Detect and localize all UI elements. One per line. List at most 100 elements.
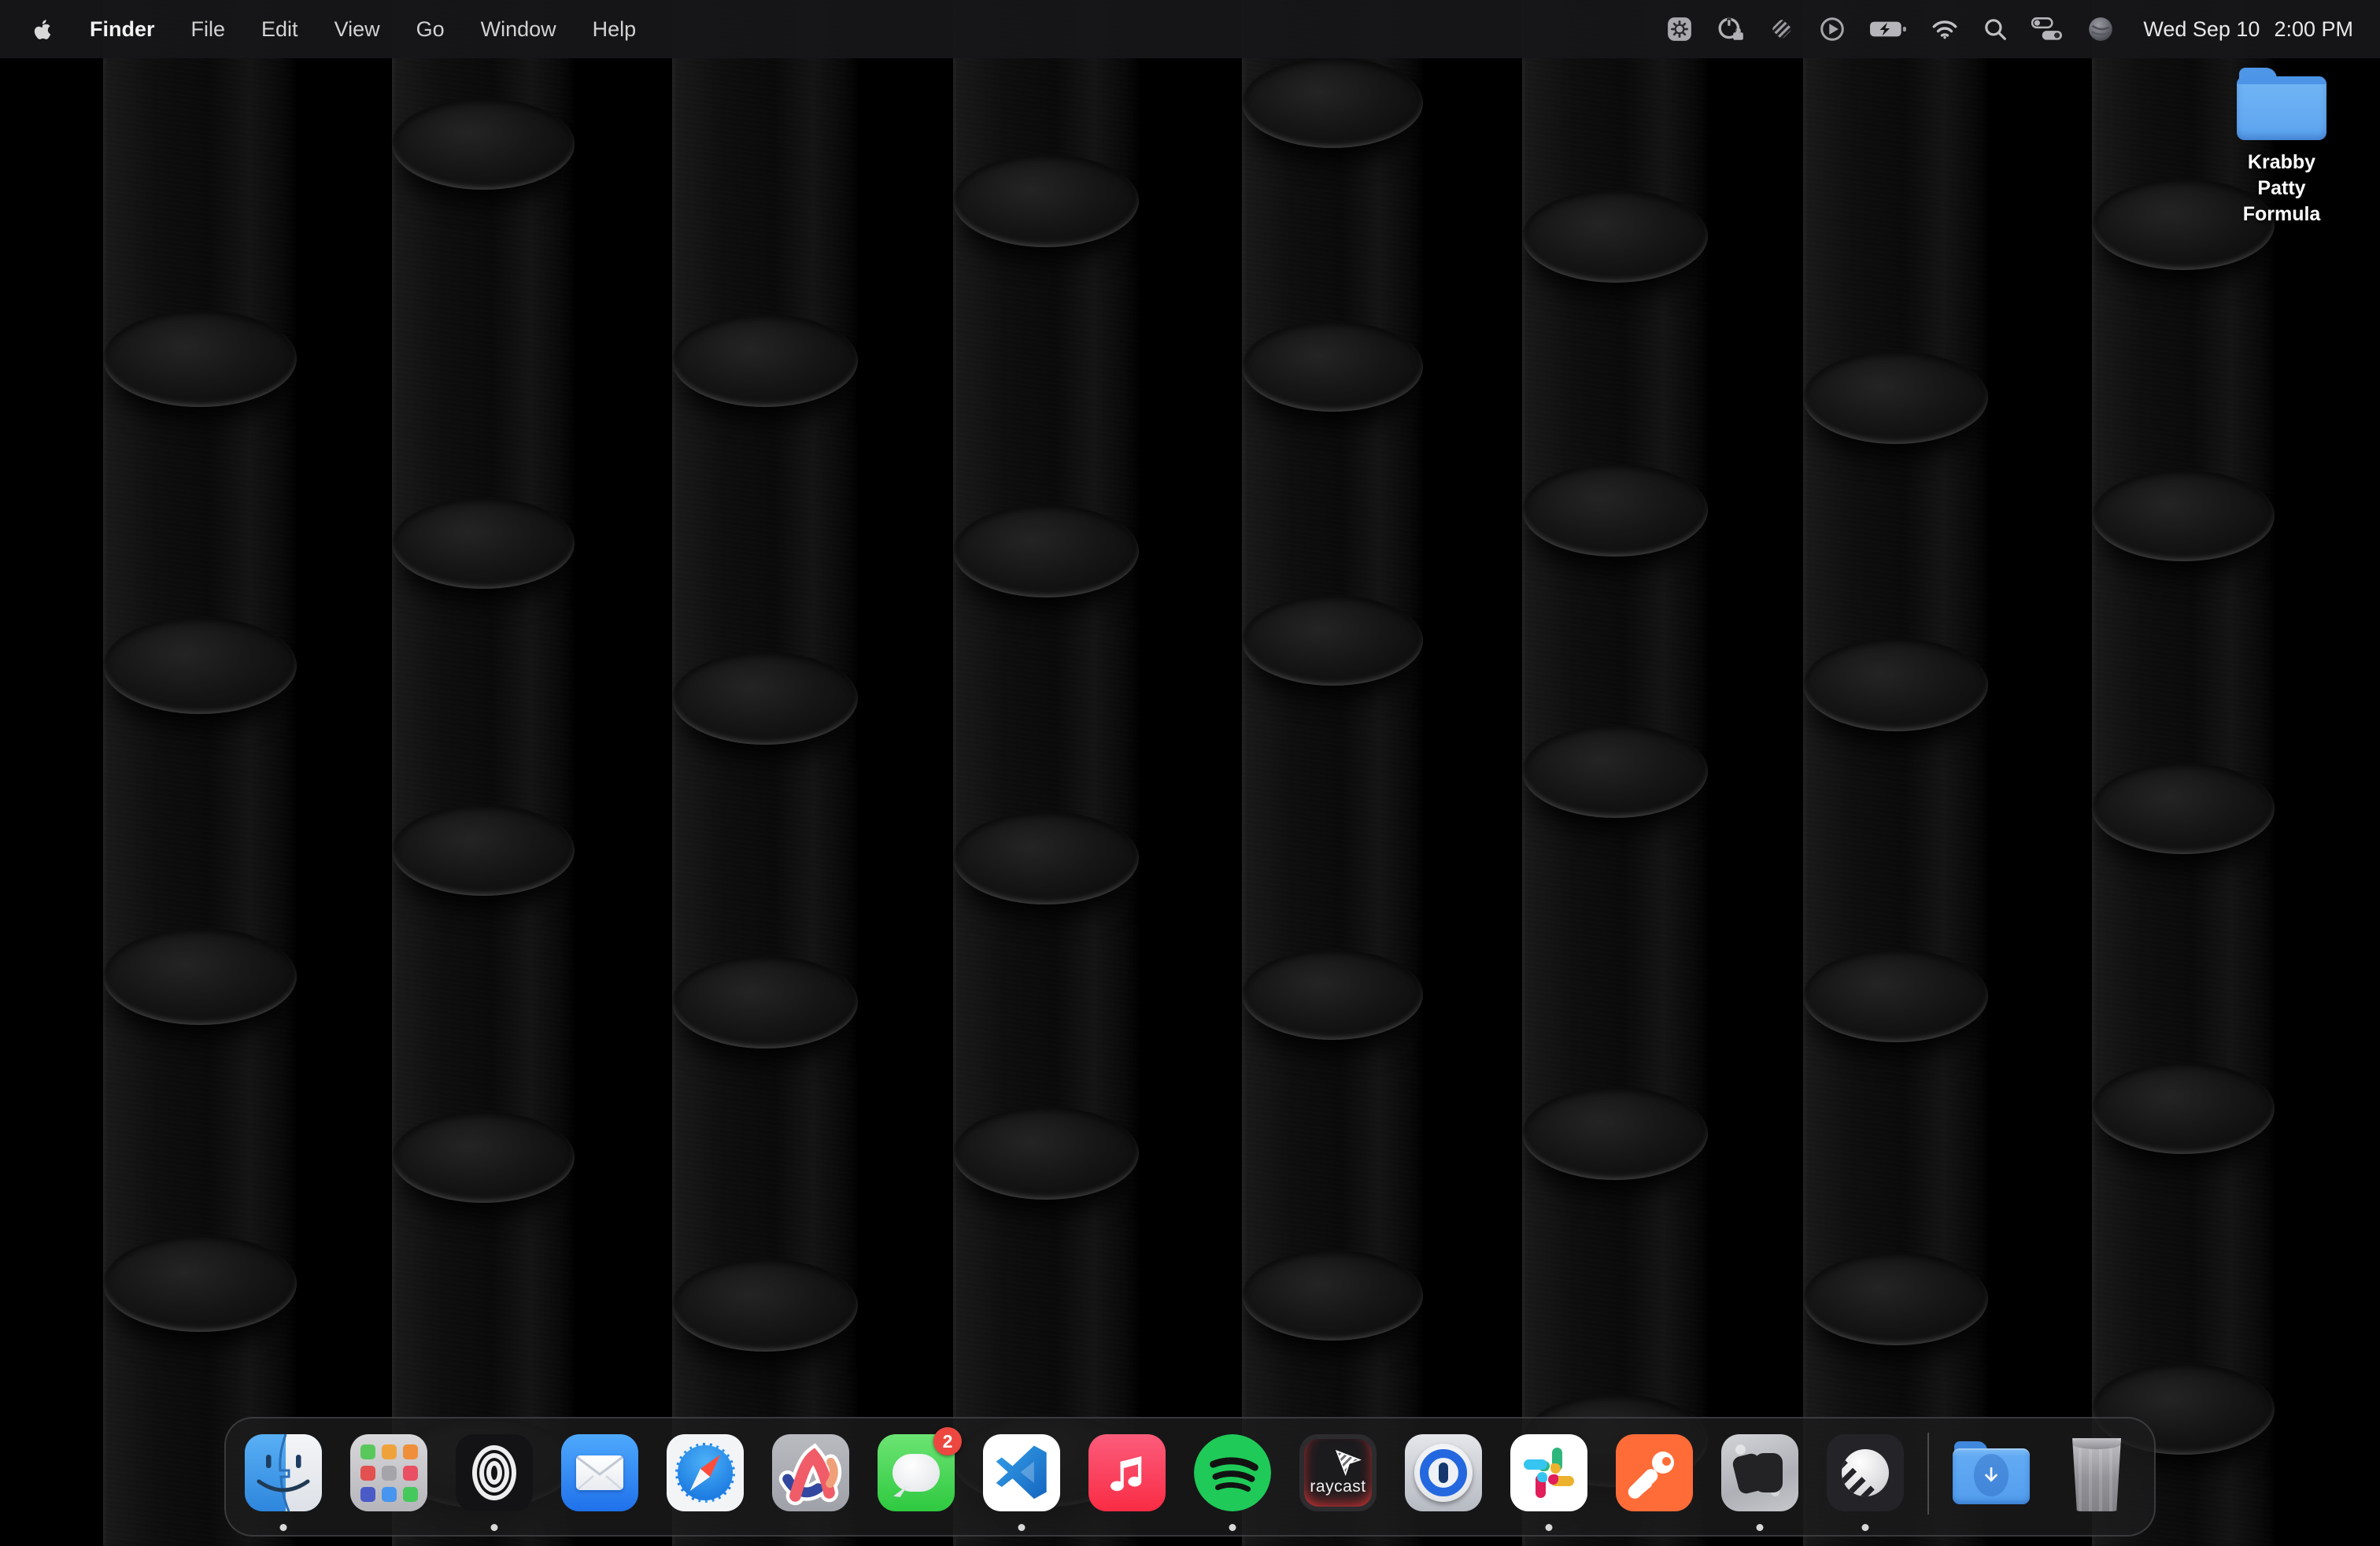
- cylinder-cap: [953, 1107, 1139, 1200]
- downloads-folder-icon: [1953, 1434, 2030, 1511]
- cursor-glyph: [1335, 1449, 1362, 1476]
- wallpaper-cylinder-column: [103, 0, 297, 1546]
- cylinder-cap: [1803, 949, 1988, 1042]
- wallpaper-cylinder-column: [2092, 0, 2275, 1546]
- running-indicator: [1757, 1524, 1764, 1531]
- cylinder-cap: [392, 1111, 575, 1203]
- wallpaper-cylinder-column: [953, 0, 1139, 1546]
- spotify-icon: [1194, 1434, 1271, 1511]
- dock-item-1password[interactable]: [1405, 1434, 1482, 1511]
- 1password-icon: [1405, 1434, 1482, 1511]
- raycast-icon: raycast: [1299, 1434, 1377, 1511]
- cylinder-cap: [672, 652, 858, 745]
- dock-item-mail[interactable]: [561, 1434, 638, 1511]
- cylinder-cap: [2092, 763, 2275, 854]
- dock-item-trash[interactable]: [2058, 1434, 2135, 1511]
- cylinder-cap: [103, 310, 297, 407]
- menu-go[interactable]: Go: [416, 17, 445, 42]
- dock-item-downloads[interactable]: [1953, 1434, 2030, 1511]
- dock-item-concentric-circles-app[interactable]: [456, 1434, 533, 1511]
- running-indicator: [280, 1524, 287, 1531]
- cylinder-cap: [1522, 1087, 1708, 1180]
- cylinder-cap: [2092, 1063, 2275, 1154]
- safari-icon: [667, 1434, 744, 1511]
- cylinder-cap: [103, 617, 297, 714]
- wallpaper-cylinder-column: [1242, 0, 1423, 1546]
- cylinder-cap: [1522, 464, 1708, 557]
- dock-item-arc-browser[interactable]: [772, 1434, 849, 1511]
- notification-badge: 2: [933, 1427, 962, 1455]
- dock-item-raycast[interactable]: raycast: [1299, 1434, 1377, 1511]
- desktop-folder-krabby-patty-formula[interactable]: Krabby Patty Formula: [2223, 68, 2341, 227]
- launchpad-icon: [350, 1434, 427, 1511]
- cylinder-cap: [1803, 351, 1988, 444]
- dock-divider: [1927, 1433, 1929, 1515]
- running-indicator: [491, 1524, 498, 1531]
- menu-file[interactable]: File: [191, 17, 226, 42]
- folder-icon: [2237, 68, 2326, 140]
- wallpaper-cylinder-column: [1803, 0, 1988, 1546]
- cylinder-cap: [1803, 638, 1988, 731]
- dock-item-slack[interactable]: [1510, 1434, 1587, 1511]
- cylinder-cap: [392, 497, 575, 589]
- cylinder-cap: [1242, 321, 1423, 412]
- dock: 2: [224, 1417, 2156, 1537]
- dock-item-apple-music[interactable]: [1088, 1434, 1166, 1511]
- striped-slash-menu-icon[interactable]: [1768, 13, 1795, 45]
- cylinder-cap: [953, 154, 1139, 247]
- running-indicator: [1862, 1524, 1869, 1531]
- running-indicator: [1018, 1524, 1026, 1531]
- dock-item-spotify[interactable]: [1194, 1434, 1271, 1511]
- battery-charging-icon: [1869, 13, 1907, 45]
- spotlight-search-icon[interactable]: [1983, 13, 2008, 45]
- cylinder-cap: [103, 928, 297, 1025]
- cylinder-cap: [672, 314, 858, 407]
- slack-icon: [1510, 1434, 1587, 1511]
- now-playing-menu-icon[interactable]: [1819, 13, 1846, 45]
- vscode-icon: [983, 1434, 1060, 1511]
- burst-menu-icon[interactable]: [1666, 13, 1693, 45]
- linear-icon: [1827, 1434, 1904, 1511]
- postman-icon: [1616, 1434, 1693, 1511]
- menu-window[interactable]: Window: [481, 17, 556, 42]
- dock-item-safari[interactable]: [667, 1434, 744, 1511]
- running-indicator: [1546, 1524, 1553, 1531]
- wifi-icon[interactable]: [1931, 13, 1959, 45]
- menu-bar: Finder File Edit View Go Window Help: [0, 0, 2380, 58]
- apple-menu-icon[interactable]: [33, 17, 54, 41]
- cylinder-cap: [1522, 725, 1708, 818]
- cylinder-cap: [953, 812, 1139, 904]
- active-app-menu[interactable]: Finder: [90, 17, 155, 42]
- wallpaper-cylinders: [0, 0, 2380, 1546]
- cylinder-cap: [1242, 949, 1423, 1040]
- dock-item-linear[interactable]: [1827, 1434, 1904, 1511]
- running-indicator: [1229, 1524, 1236, 1531]
- menu-edit[interactable]: Edit: [261, 17, 298, 42]
- dock-item-finder[interactable]: [245, 1434, 322, 1511]
- dock-item-cards-app[interactable]: [1721, 1434, 1798, 1511]
- raycast-label: raycast: [1310, 1478, 1366, 1496]
- dock-item-messages[interactable]: 2: [878, 1434, 955, 1511]
- desktop-screen: Finder File Edit View Go Window Help: [0, 0, 2380, 1546]
- finder-icon: [245, 1434, 322, 1511]
- control-center-icon[interactable]: [2031, 13, 2063, 45]
- dock-item-launchpad[interactable]: [350, 1434, 427, 1511]
- menu-view[interactable]: View: [334, 17, 380, 42]
- menubar-date: Wed Sep 10: [2143, 17, 2260, 42]
- mail-icon: [561, 1434, 638, 1511]
- menu-help[interactable]: Help: [593, 17, 637, 42]
- cylinder-cap: [2092, 470, 2275, 561]
- cylinder-cap: [672, 1259, 858, 1352]
- cylinder-cap: [1522, 190, 1708, 283]
- dock-item-vscode[interactable]: [983, 1434, 1060, 1511]
- cylinder-cap: [953, 505, 1139, 597]
- cylinder-cap: [672, 956, 858, 1049]
- cylinder-cap: [392, 98, 575, 190]
- dock-item-postman[interactable]: [1616, 1434, 1693, 1511]
- cylinder-cap: [392, 804, 575, 896]
- cards-app-icon: [1721, 1434, 1798, 1511]
- screen-lock-menu-icon[interactable]: [1717, 13, 1745, 45]
- menubar-clock[interactable]: Wed Sep 10 2:00 PM: [2143, 17, 2353, 42]
- cylinder-cap: [103, 1235, 297, 1332]
- sphere-menu-icon[interactable]: [2086, 13, 2115, 45]
